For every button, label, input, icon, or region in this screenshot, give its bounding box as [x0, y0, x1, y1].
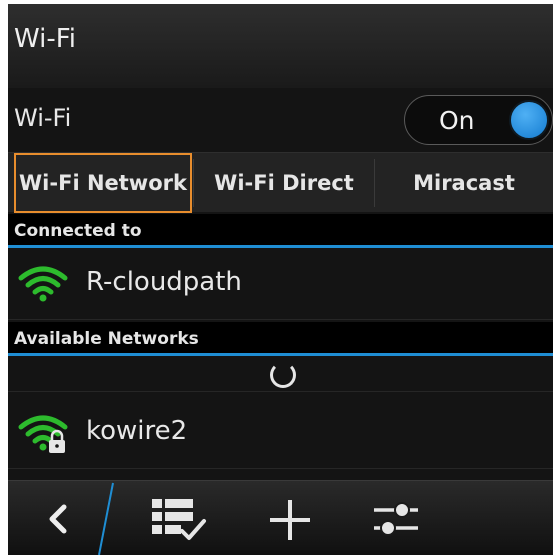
available-section-header: Available Networks — [8, 322, 553, 356]
connected-header-label: Connected to — [14, 221, 142, 241]
available-network-name: kowire2 — [86, 416, 188, 446]
wifi-signal-icon — [18, 266, 68, 302]
scanning-row — [8, 356, 553, 392]
screen: Wi-Fi Wi-Fi On Wi-Fi Network Wi-Fi Direc… — [8, 4, 553, 555]
wifi-toggle-state: On — [439, 106, 475, 135]
wifi-toggle-row: Wi-Fi On — [8, 88, 553, 150]
action-bar — [8, 480, 553, 555]
checklist-icon[interactable] — [152, 497, 208, 543]
sliders-icon[interactable] — [368, 497, 424, 543]
page-title: Wi-Fi — [14, 24, 77, 54]
connected-section-header: Connected to — [8, 214, 553, 248]
available-header-label: Available Networks — [14, 329, 199, 349]
tab-miracast[interactable]: Miracast — [375, 153, 553, 213]
tab-bar: Wi-Fi Network Wi-Fi Direct Miracast — [8, 152, 553, 213]
tab-wifi-network[interactable]: Wi-Fi Network — [14, 153, 192, 213]
wifi-toggle-label: Wi-Fi — [14, 104, 72, 132]
chevron-left-icon[interactable] — [38, 499, 78, 539]
connected-network-row[interactable]: R-cloudpath — [8, 248, 553, 320]
plus-icon[interactable] — [262, 497, 318, 543]
tab-wifi-direct[interactable]: Wi-Fi Direct — [194, 153, 374, 213]
available-network-row[interactable]: kowire2 — [8, 397, 553, 469]
connected-network-name: R-cloudpath — [86, 267, 242, 297]
wifi-locked-icon — [18, 415, 68, 453]
back-divider — [98, 482, 114, 555]
title-bar: Wi-Fi — [8, 4, 553, 88]
loading-spinner-icon — [270, 362, 296, 388]
toggle-knob — [509, 100, 549, 140]
wifi-toggle[interactable]: On — [404, 95, 553, 145]
